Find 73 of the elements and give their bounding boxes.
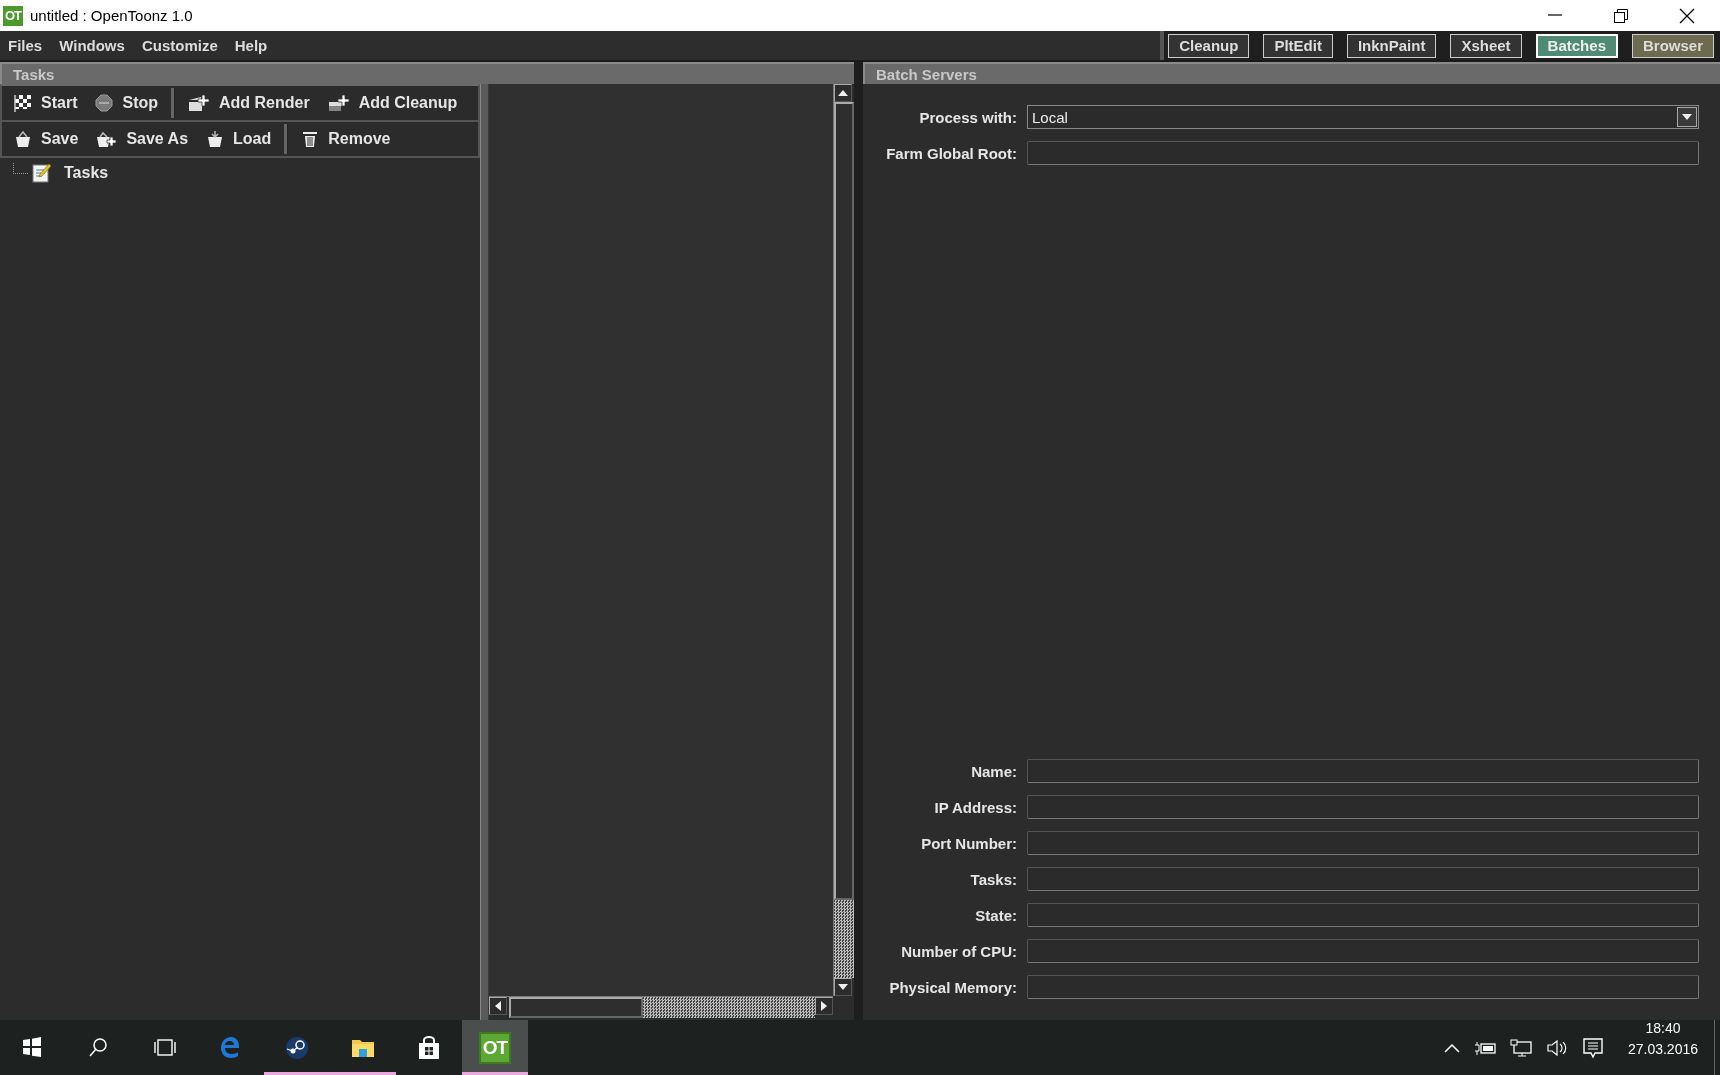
field-label: Number of CPU: [900,942,1017,960]
input-field[interactable] [1027,975,1699,999]
speaker-icon[interactable] [1545,1038,1568,1057]
room-tab[interactable]: InknPaint [1346,33,1437,58]
field-label: State: [974,906,1017,924]
toolbar-button[interactable]: Load [198,127,280,151]
stop-sign-icon [95,94,114,112]
scroll-left-button[interactable] [489,997,507,1015]
clapperboard-plus-icon [188,94,210,112]
scroll-up-button[interactable] [834,84,852,102]
input-field[interactable] [1027,141,1699,165]
input-field[interactable] [1027,903,1699,927]
menu-item[interactable]: Customize [133,34,226,57]
toolbar-button[interactable]: Start [6,91,86,115]
windows-logo-icon[interactable] [22,1037,44,1058]
toolbar-button[interactable]: Remove [293,127,399,151]
right-arrow-icon [821,1001,827,1011]
input-field[interactable] [1027,939,1699,963]
window-title: untitled : OpenToonz 1.0 [30,7,193,24]
toolbar-button[interactable]: Add Cleanup [319,91,466,115]
down-arrow-icon [838,984,848,990]
menu-item[interactable]: Windows [51,34,133,57]
input-field[interactable] [1027,795,1699,819]
field-label: Process with: [918,108,1017,126]
dropdown[interactable]: Local [1027,105,1699,129]
input-field[interactable] [1027,831,1699,855]
shopping-bag-icon[interactable] [417,1035,441,1060]
search-icon[interactable] [88,1037,110,1058]
scroll-down-button[interactable] [834,978,852,996]
room-tab[interactable]: Cleanup [1168,33,1250,58]
field-label: IP Address: [933,798,1017,816]
tree-item[interactable]: Tasks [64,164,109,182]
scrollbar-thumb[interactable] [834,102,854,900]
up-arrow-icon [838,90,848,96]
room-tab[interactable]: PltEdit [1263,33,1333,58]
input-field[interactable] [1027,867,1699,891]
toolbar-button[interactable]: Add Render [180,91,318,115]
field-label: Name: [970,762,1017,780]
app-logo-icon: OT [3,5,23,26]
basket-icon [14,130,32,148]
message-icon[interactable] [1581,1036,1604,1059]
checkered-flag-icon [14,94,32,112]
menu-item[interactable]: Help [226,34,276,57]
task-view-icon[interactable] [154,1037,176,1058]
basket-plus-icon [96,130,118,148]
toolbar-button[interactable]: Stop [87,91,166,115]
chevron-up-icon[interactable] [1443,1042,1460,1053]
trash-icon [301,130,320,148]
left-arrow-icon [495,1001,501,1011]
room-tab[interactable]: Xsheet [1450,33,1522,58]
toolbar-button[interactable]: Save As [88,127,197,151]
splitter-handle[interactable] [480,84,489,1020]
battery-plug-icon[interactable] [1473,1039,1496,1056]
scrollbar-thumb[interactable] [509,997,643,1018]
basket-icon [206,130,225,148]
clock[interactable]: 18:40 27.03.2016 [1621,1020,1714,1075]
brush-plus-icon [327,94,350,112]
scroll-right-button[interactable] [815,997,833,1015]
close-icon[interactable] [1679,7,1695,24]
panel-title: Tasks [0,62,854,84]
room-tab[interactable]: Browser [1631,33,1714,58]
restore-icon[interactable] [1613,7,1629,24]
menu-item[interactable]: Files [0,34,51,57]
steam-logo-icon[interactable] [285,1035,309,1060]
toolbar-button[interactable]: Save [6,127,87,151]
field-label: Physical Memory: [888,978,1017,996]
notepad-pencil-icon [32,163,52,183]
monitor-icon[interactable] [1509,1038,1532,1057]
panel-title: Batch Servers [863,62,1720,84]
input-field[interactable] [1027,759,1699,783]
field-label: Tasks: [969,870,1017,888]
field-label: Port Number: [920,834,1017,852]
field-label: Farm Global Root: [885,144,1017,162]
